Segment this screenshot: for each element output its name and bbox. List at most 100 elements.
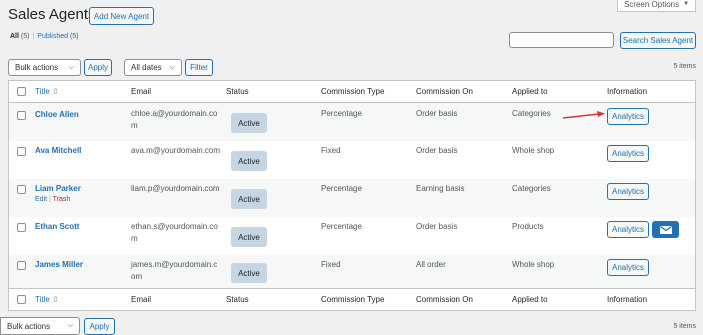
apply-button-bottom[interactable]: Apply [84,318,115,335]
agent-email-line1: liam.p@yourdomain.com [131,184,220,193]
row-checkbox[interactable] [17,185,26,194]
page-title: Sales Agents [8,6,96,23]
trash-link[interactable]: Trash [53,196,71,203]
analytics-button[interactable]: Analytics [607,145,649,162]
column-information-footer: Information [607,295,648,304]
filter-all-count: (5) [20,33,30,40]
column-title[interactable]: Title ⇳ [35,87,59,96]
search-input[interactable] [509,32,614,48]
filter-button[interactable]: Filter [185,59,213,76]
applied-to: Whole shop [512,146,555,155]
status-badge: Active [231,189,267,209]
column-email-footer: Email [131,295,152,304]
sort-icon: ⇳ [52,87,59,96]
status-badge: Active [231,113,267,133]
arrow-annotation-icon [562,111,605,119]
filter-all-label: All [10,33,19,40]
column-applied-to-footer: Applied to [512,295,548,304]
chevron-down-icon: ⌵ [169,63,175,71]
analytics-button[interactable]: Analytics [607,183,649,200]
column-commission-type-footer: Commission Type [321,295,385,304]
filter-published[interactable]: Published (5) [37,33,78,40]
edit-link[interactable]: Edit [35,196,47,203]
row-actions-separator: | [49,196,51,203]
agent-email-line1: ethan.s@yourdomain.co [131,222,218,231]
commission-on: Order basis [416,222,458,231]
select-all-checkbox[interactable] [17,87,26,96]
send-email-button[interactable] [652,221,679,238]
column-status: Status [226,87,249,96]
filter-published-label: Published [37,33,69,40]
chevron-down-icon: ⌵ [67,322,73,329]
search-agents-button[interactable]: Search Sales Agent [620,32,696,49]
screen-options-label: Screen Options [623,0,680,9]
bulk-actions-select-bottom[interactable]: Bulk actions ⌵ [0,317,80,335]
commission-on: All order [416,260,446,269]
row-checkbox[interactable] [17,147,26,156]
column-applied-to: Applied to [512,87,548,96]
row-checkbox[interactable] [17,261,26,270]
table-row: Ethan Scott ethan.s@yourdomain.co m Acti… [9,217,695,255]
status-filters: All (5) | Published (5) [10,33,79,40]
chevron-down-icon: ⌵ [68,63,74,71]
agent-email: liam.p@yourdomain.com [131,183,220,195]
row-checkbox[interactable] [17,111,26,120]
agent-name-link[interactable]: Chloe Allen [35,110,79,119]
agent-name-link[interactable]: Liam Parker [35,184,81,193]
column-commission-on-footer: Commission On [416,295,473,304]
commission-on: Earning basis [416,184,465,193]
applied-to: Categories [512,184,551,193]
column-information: Information [607,87,648,96]
agent-email: ava.m@yourdomain.com [131,145,220,157]
select-all-checkbox-footer[interactable] [17,295,26,304]
agent-email: ethan.s@yourdomain.co m [131,221,219,245]
bulk-actions-select[interactable]: Bulk actions ⌵ [8,59,81,76]
analytics-button[interactable]: Analytics [607,221,649,238]
chevron-down-icon: ▼ [683,1,690,7]
filter-published-count: (5) [70,33,79,40]
row-actions: Edit | Trash [35,196,70,203]
commission-type: Fixed [321,146,341,155]
agent-email: chloe.a@yourdomain.co m [131,108,219,132]
table-footer: Title ⇳ Email Status Commission Type Com… [9,288,695,310]
commission-on: Order basis [416,146,458,155]
sort-icon: ⇳ [52,295,59,304]
commission-type: Percentage [321,109,362,118]
status-badge: Active [231,151,267,171]
table-header: Title ⇳ Email Status Commission Type Com… [9,81,695,103]
status-badge: Active [231,227,267,247]
dates-value: All dates [131,63,162,72]
apply-button[interactable]: Apply [84,59,112,76]
agents-table: Title ⇳ Email Status Commission Type Com… [8,80,696,311]
column-status-footer: Status [226,295,249,304]
agent-name-link[interactable]: Ethan Scott [35,222,79,231]
items-count-top: 5 items [673,63,696,70]
applied-to: Products [512,222,544,231]
table-row: Liam Parker Edit | Trash liam.p@yourdoma… [9,179,695,217]
agent-email-line1: james.m@yourdomain.c [131,260,218,269]
column-title-footer-label: Title [35,295,50,304]
column-email: Email [131,87,152,96]
bulk-actions-value: Bulk actions [15,63,59,72]
table-row: James Miller james.m@yourdomain.c om Act… [9,255,695,290]
agent-email-line2: m [131,234,138,243]
agent-name-link[interactable]: James Miller [35,260,83,269]
items-count-bottom: 5 items [673,323,696,330]
column-commission-type: Commission Type [321,87,385,96]
column-title-footer[interactable]: Title ⇳ [35,295,59,304]
add-new-agent-button[interactable]: Add New Agent [89,7,154,25]
analytics-button[interactable]: Analytics [607,259,649,276]
screen-options-button[interactable]: Screen Options ▼ [617,0,696,12]
analytics-button[interactable]: Analytics [607,108,649,125]
row-checkbox[interactable] [17,223,26,232]
mail-icon [659,225,672,234]
table-row: Chloe Allen chloe.a@yourdomain.co m Acti… [9,103,695,141]
commission-type: Percentage [321,184,362,193]
table-row: Ava Mitchell ava.m@yourdomain.com Active… [9,141,695,179]
dates-select[interactable]: All dates ⌵ [124,59,182,76]
agent-email-line1: chloe.a@yourdomain.co [131,109,218,118]
column-title-label: Title [35,87,50,96]
agent-email-line2: m [131,121,138,130]
filter-all[interactable]: All (5) [10,33,29,40]
agent-name-link[interactable]: Ava Mitchell [35,146,81,155]
